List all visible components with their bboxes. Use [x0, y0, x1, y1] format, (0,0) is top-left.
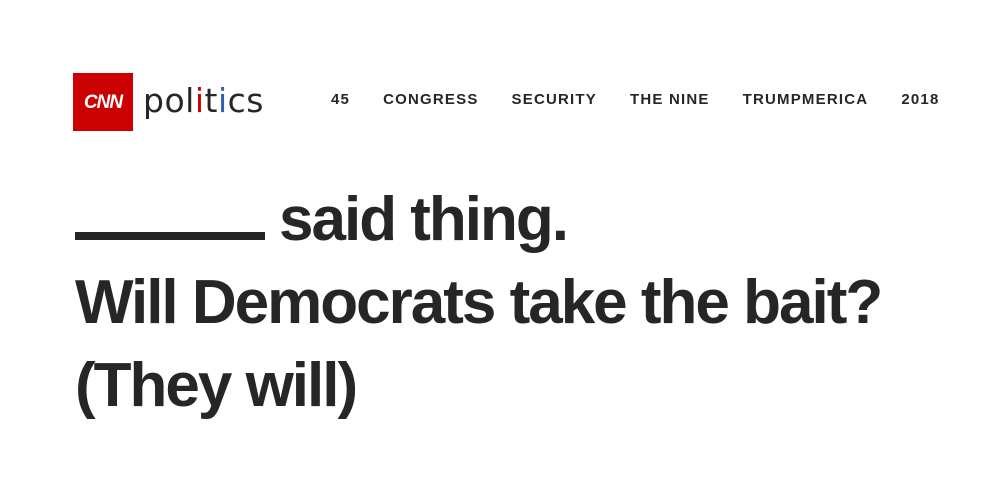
section-name-part: pol [143, 80, 195, 120]
nav-item-the-nine[interactable]: THE NINE [630, 91, 710, 108]
section-nav: 45 CONGRESS SECURITY THE NINE TRUMPMERIC… [331, 91, 939, 108]
headline: said thing. Will Democrats take the bait… [75, 178, 995, 427]
section-name-politics[interactable]: politics [143, 84, 264, 117]
cnn-logo[interactable]: CNN [73, 73, 133, 131]
cnn-logo-text: CNN [83, 91, 123, 113]
nav-item-trumpmerica[interactable]: TRUMPMERICA [743, 91, 869, 108]
headline-line-1-text: said thing. [279, 185, 569, 254]
nav-item-congress[interactable]: CONGRESS [383, 91, 478, 108]
section-name-part: t [204, 80, 218, 120]
fill-in-blank [75, 182, 265, 240]
headline-line-3: (They will) [75, 351, 358, 420]
nav-item-security[interactable]: SECURITY [512, 91, 597, 108]
site-header: CNN politics [73, 73, 264, 131]
nav-item-45[interactable]: 45 [331, 91, 350, 108]
page: CNN politics 45 CONGRESS SECURITY THE NI… [0, 0, 1007, 485]
section-name-letter-i: i [217, 80, 228, 120]
nav-item-2018[interactable]: 2018 [901, 91, 939, 108]
headline-line-1: said thing. [75, 178, 995, 261]
section-name-part: cs [227, 80, 264, 120]
headline-line-2: Will Democrats take the bait? [75, 268, 883, 337]
